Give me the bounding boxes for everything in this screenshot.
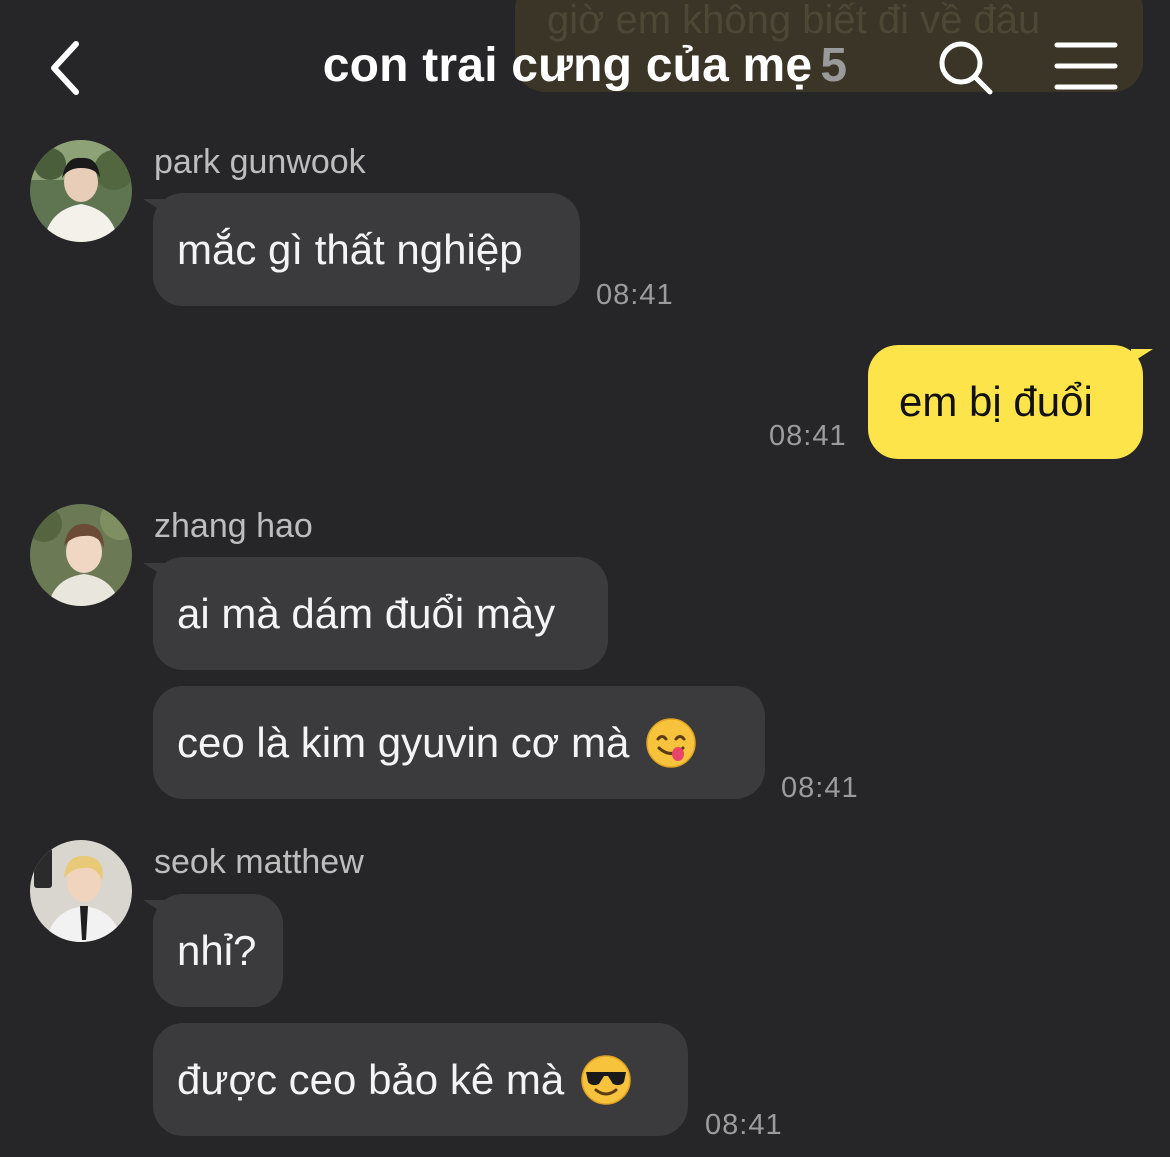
sender-name: seok matthew [154, 843, 364, 881]
search-button[interactable] [936, 38, 996, 98]
avatar-seok-matthew[interactable] [30, 840, 132, 942]
sender-name: park gunwook [154, 143, 366, 181]
message-time: 08:41 [705, 1109, 783, 1141]
message-bubble[interactable]: mắc gì thất nghiệp [143, 193, 580, 306]
profile-photo [30, 140, 132, 242]
profile-photo [30, 840, 132, 942]
sender-name: zhang hao [154, 507, 313, 545]
yum-face-emoji [646, 717, 697, 768]
hamburger-menu-icon [1054, 42, 1118, 90]
message-time: 08:41 [596, 279, 674, 311]
message-text: mắc gì thất nghiệp [177, 225, 523, 273]
message-time: 08:41 [769, 420, 847, 452]
message-text: được ceo bảo kê mà [177, 1055, 565, 1103]
avatar-zhang-hao[interactable] [30, 504, 132, 606]
message-text: ceo là kim gyuvin cơ mà [177, 718, 630, 766]
message-text: nhỉ? [177, 926, 257, 974]
message-text: em bị đuổi [899, 378, 1093, 425]
sunglasses-face-emoji [581, 1054, 631, 1105]
chat-header: giờ em không biết đi về đâu con trai cưn… [0, 0, 1170, 130]
message-bubble[interactable]: ai mà dám đuổi mày [143, 557, 608, 670]
chat-title-text: con trai cưng của mẹ [322, 39, 813, 92]
avatar-park-gunwook[interactable] [30, 140, 132, 242]
message-text: ai mà dám đuổi mày [177, 589, 556, 637]
profile-photo [30, 504, 132, 606]
member-count: 5 [820, 39, 848, 92]
my-message-bubble[interactable]: em bị đuổi [868, 345, 1153, 459]
message-bubble[interactable]: nhỉ? [143, 894, 283, 1007]
message-bubble[interactable]: được ceo bảo kê mà [153, 1023, 688, 1136]
menu-button[interactable] [1054, 40, 1118, 92]
message-bubble[interactable]: ceo là kim gyuvin cơ mà [153, 686, 765, 799]
message-time: 08:41 [781, 772, 859, 804]
previous-message-text: giờ em không biết đi về đâu [547, 0, 1041, 42]
search-icon [939, 41, 993, 95]
